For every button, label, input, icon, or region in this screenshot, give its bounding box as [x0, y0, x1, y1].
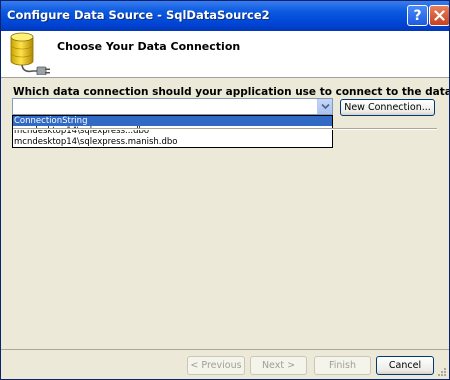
window-title: Configure Data Source - SqlDataSource2 [7, 8, 270, 22]
previous-button[interactable]: < Previous [187, 356, 245, 375]
separator [13, 128, 437, 130]
close-icon [434, 10, 445, 21]
database-icon [10, 32, 50, 75]
connection-prompt-label: Which data connection should your applic… [13, 86, 450, 98]
finish-button[interactable]: Finish [314, 356, 371, 375]
connection-combo[interactable] [12, 98, 333, 115]
chevron-down-icon [320, 103, 330, 110]
title-bar[interactable]: Configure Data Source - SqlDataSource2 ? [1, 1, 449, 31]
page-title: Choose Your Data Connection [57, 40, 241, 53]
resize-grip-icon[interactable] [437, 367, 447, 377]
dialog-window: Configure Data Source - SqlDataSource2 ? [0, 0, 450, 380]
help-button[interactable]: ? [407, 5, 428, 26]
next-button[interactable]: Next > [250, 356, 307, 375]
help-icon: ? [413, 7, 422, 24]
new-connection-button[interactable]: New Connection... [340, 99, 435, 116]
close-button[interactable] [429, 5, 449, 26]
footer-separator [1, 349, 449, 350]
wizard-header: Choose Your Data Connection [1, 31, 449, 78]
dropdown-option[interactable]: mcndesktop14\sqlexpress.manish.dbo [13, 137, 332, 147]
dropdown-option[interactable]: ConnectionString [13, 116, 332, 127]
connection-dropdown-list[interactable]: ConnectionString mcndesktop14\sqlexpress… [12, 115, 333, 148]
cancel-button[interactable]: Cancel [376, 356, 434, 375]
combo-dropdown-button[interactable] [317, 99, 332, 114]
